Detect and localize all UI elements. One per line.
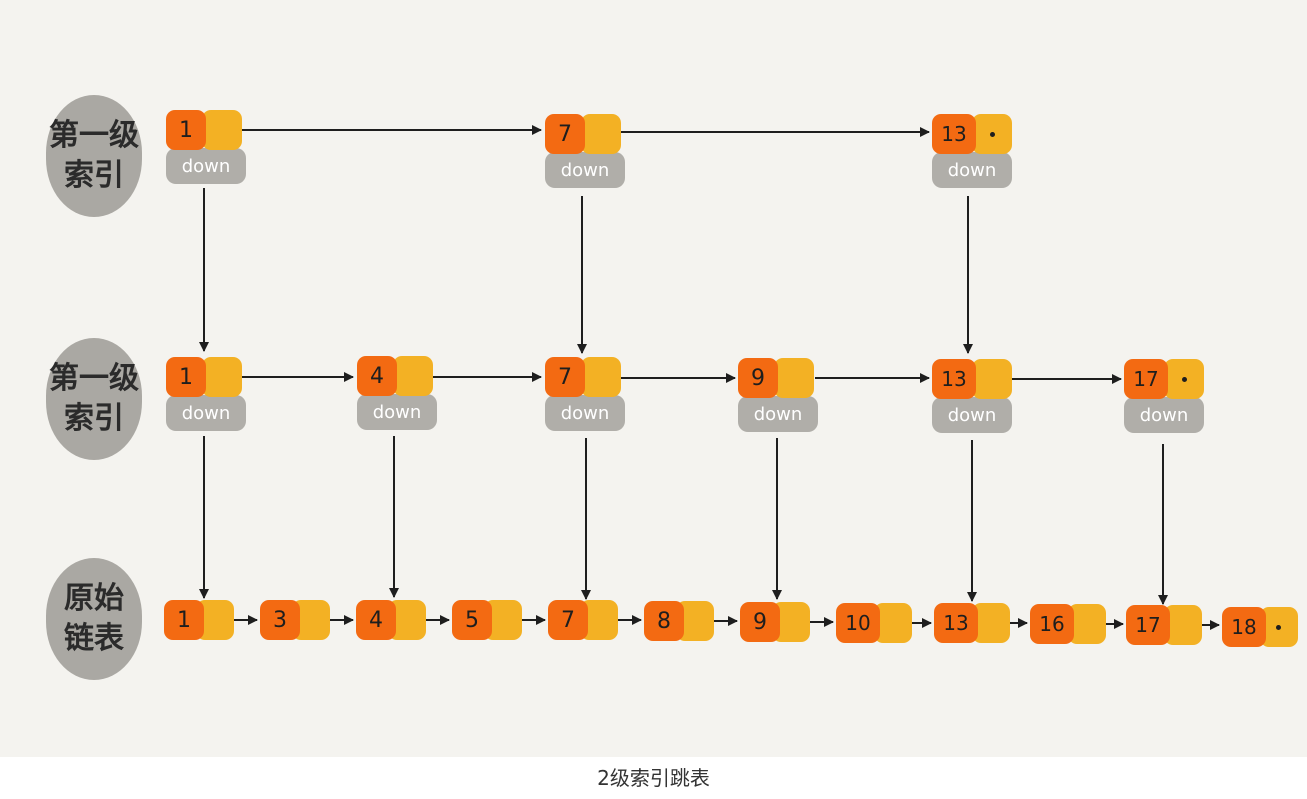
next-pointer-cell <box>972 114 1012 154</box>
null-pointer-dot <box>1182 377 1187 382</box>
node-value: 13 <box>932 359 976 399</box>
down-pointer-cell: down <box>545 395 625 431</box>
next-pointer-cell <box>581 357 621 397</box>
label-base-line1: 原始 <box>64 581 124 616</box>
label-level2-line2: 索引 <box>64 158 124 193</box>
next-pointer-cell <box>1164 359 1204 399</box>
label-level1-index: 第一级 索引 <box>46 338 142 460</box>
figure-caption: 2级索引跳表 <box>597 766 710 790</box>
node-value: 1 <box>164 600 204 640</box>
node-value: 9 <box>740 602 780 642</box>
down-pointer-cell: down <box>545 152 625 188</box>
node-value: 13 <box>932 114 976 154</box>
next-pointer-cell <box>393 356 433 396</box>
label-base-line2: 链表 <box>64 621 124 656</box>
node-value: 1 <box>166 110 206 150</box>
node-value: 3 <box>260 600 300 640</box>
down-pointer-cell: down <box>932 397 1012 433</box>
label-level1-line2: 索引 <box>64 401 124 436</box>
node-value: 17 <box>1124 359 1168 399</box>
down-pointer-cell: down <box>738 396 818 432</box>
down-pointer-cell: down <box>166 148 246 184</box>
null-pointer-dot <box>1276 625 1281 630</box>
node-value: 18 <box>1222 607 1266 647</box>
node-value: 13 <box>934 603 978 643</box>
down-pointer-cell: down <box>166 395 246 431</box>
next-pointer-cell <box>774 358 814 398</box>
node-value: 1 <box>166 357 206 397</box>
next-pointer-cell <box>202 357 242 397</box>
node-value: 16 <box>1030 604 1074 644</box>
label-level2-index: 第一级 索引 <box>46 95 142 217</box>
node-value: 8 <box>644 601 684 641</box>
next-pointer-cell <box>581 114 621 154</box>
node-value: 7 <box>545 114 585 154</box>
null-pointer-dot <box>990 132 995 137</box>
label-base-list: 原始 链表 <box>46 558 142 680</box>
next-pointer-cell <box>972 359 1012 399</box>
label-level1-line1: 第一级 <box>49 361 139 396</box>
node-value: 9 <box>738 358 778 398</box>
node-value: 10 <box>836 603 880 643</box>
down-pointer-cell: down <box>932 152 1012 188</box>
node-value: 7 <box>548 600 588 640</box>
node-value: 17 <box>1126 605 1170 645</box>
label-level2-line1: 第一级 <box>49 118 139 153</box>
down-pointer-cell: down <box>357 394 437 430</box>
node-value: 4 <box>357 356 397 396</box>
down-pointer-cell: down <box>1124 397 1204 433</box>
node-value: 7 <box>545 357 585 397</box>
node-value: 4 <box>356 600 396 640</box>
skip-list-figure: 第一级 索引 第一级 索引 原始 链表 1 down 7 down 13 dow… <box>0 0 1307 757</box>
node-value: 5 <box>452 600 492 640</box>
next-pointer-cell <box>202 110 242 150</box>
